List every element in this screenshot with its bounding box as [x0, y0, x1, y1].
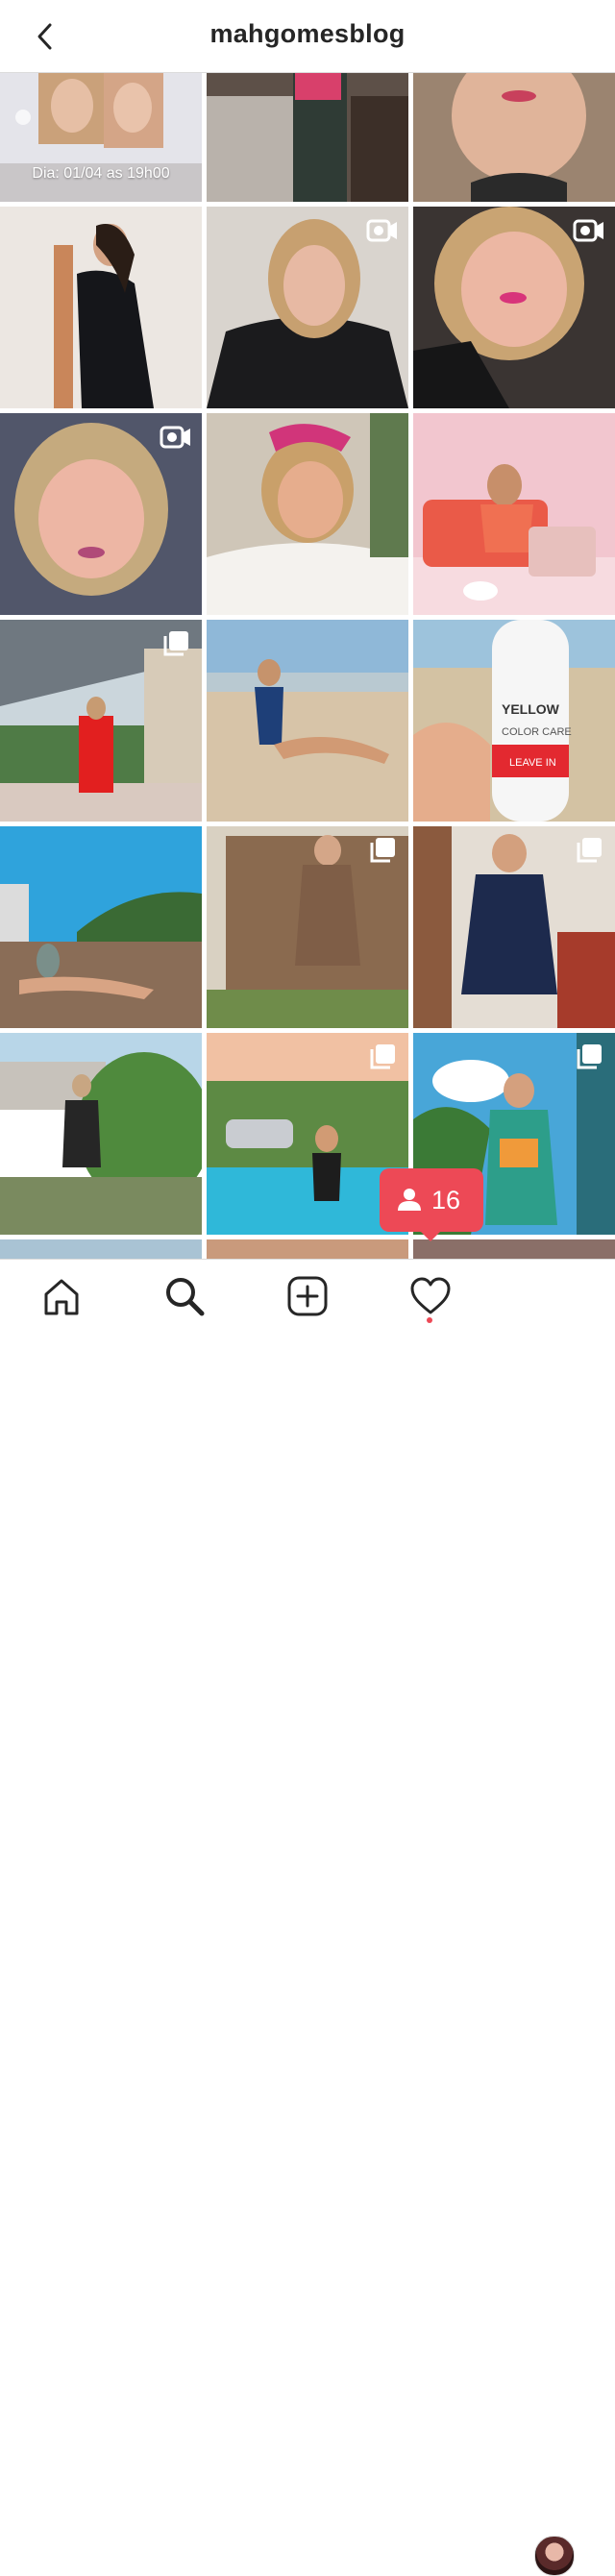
post-caption-date: Dia: 01/04 as 19h00 [32, 165, 170, 182]
post-thumbnail [0, 1239, 202, 1259]
video-icon [573, 219, 603, 242]
post-thumbnail [0, 1033, 202, 1235]
grid-post[interactable] [207, 207, 408, 408]
grid-post[interactable]: YELLOW COLOR CARE LEAVE IN [413, 620, 615, 822]
search-icon[interactable] [163, 1275, 206, 1317]
grid-post[interactable] [0, 207, 202, 408]
grid-post[interactable] [207, 1033, 408, 1235]
grid-post[interactable] [413, 826, 615, 1028]
post-thumbnail [0, 207, 202, 408]
post-thumbnail [207, 73, 408, 202]
post-thumbnail [207, 413, 408, 615]
post-thumbnail [0, 826, 202, 1028]
carousel-icon [370, 838, 395, 863]
grid-post[interactable] [0, 1033, 202, 1235]
profile-username-title: mahgomesblog [209, 19, 406, 48]
post-grid: Dia: 01/04 as 19h00 YELLOW COLOR CARE LE… [0, 73, 615, 1259]
post-thumbnail [413, 413, 615, 615]
grid-post[interactable] [0, 826, 202, 1028]
grid-post[interactable] [413, 1239, 615, 1259]
grid-post[interactable] [413, 73, 615, 202]
grid-post[interactable] [207, 620, 408, 822]
person-icon [398, 1189, 421, 1211]
carousel-icon [370, 1044, 395, 1069]
grid-post[interactable] [207, 413, 408, 615]
grid-post[interactable] [207, 73, 408, 202]
bottom-tab-bar [0, 1259, 615, 2576]
grid-post[interactable] [0, 620, 202, 822]
grid-post[interactable] [207, 1239, 408, 1259]
grid-post[interactable] [0, 413, 202, 615]
grid-post[interactable] [413, 207, 615, 408]
grid-post[interactable] [413, 413, 615, 615]
notification-dot [427, 1317, 432, 1323]
product-variant: LEAVE IN [509, 757, 556, 769]
follower-count: 16 [431, 1186, 461, 1214]
video-icon [160, 426, 190, 449]
post-thumbnail [207, 620, 408, 822]
post-thumbnail: YELLOW COLOR CARE LEAVE IN [413, 620, 615, 822]
grid-post[interactable] [0, 1239, 202, 1259]
video-icon [366, 219, 397, 242]
activity-heart-icon[interactable] [409, 1275, 452, 1317]
carousel-icon [163, 631, 188, 656]
product-line: COLOR CARE [502, 726, 572, 738]
profile-avatar[interactable] [534, 2536, 575, 2576]
home-icon[interactable] [40, 1275, 83, 1317]
post-thumbnail [413, 73, 615, 202]
new-post-icon[interactable] [286, 1275, 329, 1317]
carousel-icon [577, 1044, 602, 1069]
grid-post[interactable]: Dia: 01/04 as 19h00 [0, 73, 202, 202]
carousel-icon [577, 838, 602, 863]
post-thumbnail [207, 1239, 408, 1259]
activity-notification-bubble[interactable]: 16 [380, 1168, 483, 1241]
top-bar: mahgomesblog [0, 0, 615, 73]
post-thumbnail [413, 1239, 615, 1259]
product-brand: YELLOW [502, 701, 560, 717]
grid-post[interactable] [207, 826, 408, 1028]
